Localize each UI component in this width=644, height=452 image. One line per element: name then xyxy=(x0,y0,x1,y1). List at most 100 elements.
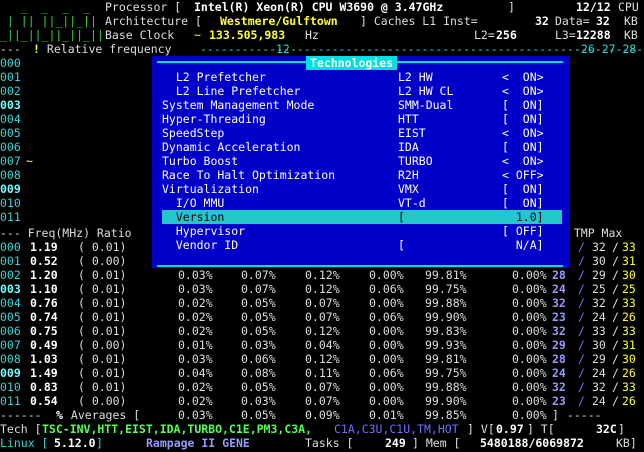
technology-item[interactable]: I/O MMU VT-d [ ON] xyxy=(162,196,562,210)
cell-pc: 0.00% xyxy=(512,324,547,338)
temp-separator: / xyxy=(578,366,585,380)
cell-c7: 99.88% xyxy=(425,380,467,394)
technology-name: L2 Prefetcher xyxy=(162,70,266,84)
technology-name: Version xyxy=(162,210,225,224)
cell-pc: 0.00% xyxy=(512,310,547,324)
cell-ratio: ( 0.01) xyxy=(78,324,127,338)
technology-item[interactable]: Turbo Boost TURBO < ON> xyxy=(162,154,562,168)
temp-separator: / xyxy=(578,352,585,366)
cell-pc: 0.00% xyxy=(512,268,547,282)
temp-separator: / xyxy=(578,338,585,352)
technology-state: [ ON] xyxy=(502,98,544,112)
technology-value: IDA xyxy=(398,140,419,154)
cell-freq: 1.20 xyxy=(30,268,58,282)
cell-tmax: 33 xyxy=(622,324,636,338)
cell-c3: 0.07% xyxy=(305,296,340,310)
cell-tmin: 23 xyxy=(552,394,566,408)
ratio-marks-right: -26-27-28 xyxy=(574,42,637,56)
technology-item[interactable]: Hypervisor [ OFF] xyxy=(162,224,562,238)
technology-name: I/O MMU xyxy=(162,196,225,210)
technology-item[interactable]: System Management Mode SMM-Dual [ ON] xyxy=(162,98,562,112)
base-clock-label: Base Clock xyxy=(105,28,182,42)
cell-c3: 0.04% xyxy=(305,338,340,352)
temp-separator: / xyxy=(612,268,619,282)
toggle-frequency-button[interactable]: ! xyxy=(33,42,40,56)
cell-c2: 0.05% xyxy=(241,324,276,338)
cell-c1: 0.02% xyxy=(178,296,213,310)
kernel-version: 5.12.0 xyxy=(54,436,96,450)
cell-freq: 0.74 xyxy=(30,310,58,324)
technology-value: VMX xyxy=(398,182,419,196)
cell-tmax: 30 xyxy=(622,352,636,366)
cell-c2: 0.03% xyxy=(241,338,276,352)
temp-separator: / xyxy=(612,240,619,254)
cell-freq: 0.83 xyxy=(30,380,58,394)
technology-item[interactable]: Virtualization VMX [ ON] xyxy=(162,182,562,196)
cell-tmin: 32 xyxy=(552,324,566,338)
cell-pc: 0.00% xyxy=(512,352,547,366)
technology-state: < ON> xyxy=(502,70,544,84)
averages-toggle[interactable]: % xyxy=(56,408,63,422)
tilde-icon: ~ xyxy=(194,28,201,42)
technology-item[interactable]: Hyper-Threading HTT [ ON] xyxy=(162,112,562,126)
cpu-id: 009 xyxy=(0,182,21,196)
cell-freq: 1.03 xyxy=(30,352,58,366)
cell-id: 010 xyxy=(0,380,21,394)
technology-item[interactable]: L2 Line Prefetcher L2 HW CL < ON> xyxy=(162,84,562,98)
cell-pc: 0.00% xyxy=(512,338,547,352)
cell-c2: 0.05% xyxy=(241,310,276,324)
technology-item[interactable]: Version [ 1.0] xyxy=(162,210,562,224)
table-row: 003 1.10 ( 0.01) 0.03% 0.07% 0.12% 0.06% 99.75%… xyxy=(0,282,644,296)
ratio-mark-12: 12 xyxy=(276,42,290,56)
table-row: 009 1.49 ( 0.01) 0.04% 0.08% 0.11% 0.06% 99.75%… xyxy=(0,366,644,380)
base-clock-value: 133.505,983 xyxy=(209,28,286,42)
cell-c3: 0.07% xyxy=(305,310,340,324)
tech-disabled: C1A,C3U,C1U,TM,HOT xyxy=(334,422,459,436)
cell-c3: 0.11% xyxy=(305,366,340,380)
architecture-row: | || ||_||_|| Architecture [ Westmere/Gu… xyxy=(0,14,644,28)
cell-c3: 0.12% xyxy=(305,352,340,366)
temp-separator: / xyxy=(612,366,619,380)
sparkline-mid: | || ||_||_|| xyxy=(0,14,97,28)
relative-frequency-label: Relative frequency xyxy=(40,42,179,56)
technology-value: L2 HW CL xyxy=(398,84,454,98)
table-row: 011 0.54 ( 0.00) 0.02% 0.03% 0.07% 0.00% 99.90%… xyxy=(0,394,644,408)
cell-c6: 0.06% xyxy=(369,366,404,380)
cell-ratio: ( 0.00) xyxy=(78,394,127,408)
temp-separator: / xyxy=(578,394,585,408)
cell-tmp: 29 xyxy=(592,352,606,366)
technology-item[interactable]: SpeedStep EIST < ON> xyxy=(162,126,562,140)
cell-freq: 0.76 xyxy=(30,296,58,310)
technology-state: [ OFF] xyxy=(502,224,544,238)
technology-state: N/A] xyxy=(502,238,544,252)
cache-l3-label: L3= xyxy=(555,28,576,42)
cell-tmin: 28 xyxy=(552,268,566,282)
technology-item[interactable]: Vendor ID [ N/A] xyxy=(162,238,562,252)
cell-tmax: 33 xyxy=(622,380,636,394)
technology-name: System Management Mode xyxy=(162,98,315,112)
cell-tmp: 24 xyxy=(592,366,606,380)
cell-c2: 0.05% xyxy=(241,296,276,310)
cell-c1: 0.02% xyxy=(178,394,213,408)
cell-c1: 0.02% xyxy=(178,310,213,324)
cell-id: 001 xyxy=(0,254,21,268)
cell-id: 007 xyxy=(0,338,21,352)
cell-ratio: ( 0.01) xyxy=(78,352,127,366)
cell-c1: 0.01% xyxy=(178,338,213,352)
technology-value: VT-d xyxy=(398,196,426,210)
temp-separator: / xyxy=(578,254,585,268)
cell-id: 004 xyxy=(0,296,21,310)
temp-separator: / xyxy=(612,380,619,394)
cell-ratio: ( 0.01) xyxy=(78,296,127,310)
technology-value: HTT xyxy=(398,112,419,126)
temp-separator: / xyxy=(578,310,585,324)
architecture-name: Westmere/Gulftown xyxy=(220,14,338,28)
technology-item[interactable]: L2 Prefetcher L2 HW < ON> xyxy=(162,70,562,84)
cell-c6: 0.00% xyxy=(369,268,404,282)
cpu-id: 002 xyxy=(0,84,21,98)
technology-item[interactable]: Dynamic Acceleration IDA [ ON] xyxy=(162,140,562,154)
cell-c6: 0.00% xyxy=(369,380,404,394)
cell-c7: 99.81% xyxy=(425,352,467,366)
technology-item[interactable]: Race To Halt Optimization R2H < OFF> xyxy=(162,168,562,182)
processor-close: ] xyxy=(508,0,515,14)
